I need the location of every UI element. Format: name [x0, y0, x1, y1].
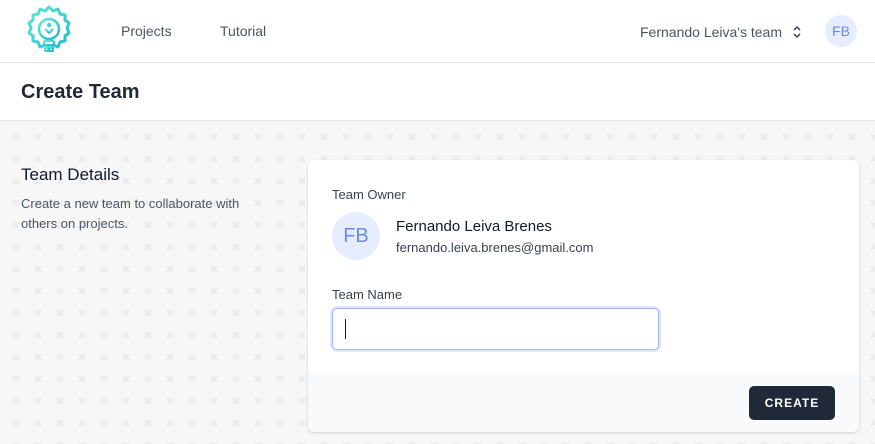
- page-title: Create Team: [21, 81, 140, 103]
- create-team-card: Team Owner FB Fernando Leiva Brenes fern…: [308, 160, 859, 432]
- team-switcher-label: Fernando Leiva's team: [640, 24, 782, 40]
- app-logo-icon[interactable]: [24, 4, 74, 58]
- team-name-input[interactable]: [332, 308, 659, 350]
- owner-name: Fernando Leiva Brenes: [396, 218, 552, 235]
- chevron-updown-icon: [793, 25, 801, 39]
- section-description: Create a new team to collaborate with ot…: [21, 196, 240, 231]
- text-caret: [345, 319, 346, 339]
- team-owner-label: Team Owner: [332, 187, 406, 202]
- create-button[interactable]: CREATE: [749, 386, 835, 420]
- main-content: Team Details Create a new team to collab…: [0, 121, 875, 444]
- card-footer: CREATE: [308, 372, 859, 432]
- owner-email: fernando.leiva.brenes@gmail.com: [396, 240, 594, 255]
- owner-avatar: FB: [332, 212, 380, 260]
- nav-link-projects[interactable]: Projects: [121, 23, 172, 39]
- top-navbar: Projects Tutorial Fernando Leiva's team …: [0, 0, 875, 63]
- section-heading: Team Details: [21, 165, 120, 184]
- owner-avatar-initials: FB: [343, 224, 369, 247]
- page-header: Create Team: [0, 63, 875, 121]
- user-avatar-initials: FB: [832, 23, 850, 39]
- team-switcher[interactable]: Fernando Leiva's team: [640, 22, 802, 42]
- user-avatar[interactable]: FB: [825, 15, 857, 47]
- nav-link-tutorial[interactable]: Tutorial: [220, 23, 266, 39]
- team-name-label: Team Name: [332, 287, 403, 302]
